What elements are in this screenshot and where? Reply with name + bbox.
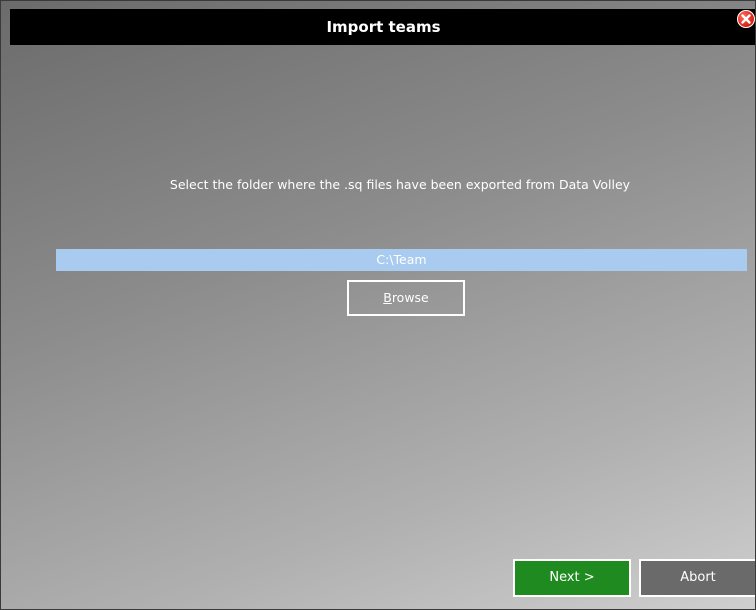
next-button[interactable]: Next > xyxy=(513,559,631,597)
import-teams-dialog: Import teams Select the folder where the… xyxy=(0,0,756,610)
instruction-text: Select the folder where the .sq files ha… xyxy=(169,177,631,192)
abort-button[interactable]: Abort xyxy=(639,559,755,597)
dialog-body: Select the folder where the .sq files ha… xyxy=(10,45,755,609)
window-title: Import teams xyxy=(326,18,441,36)
title-bar: Import teams xyxy=(10,9,755,45)
folder-path-field[interactable] xyxy=(56,249,747,271)
close-icon xyxy=(741,14,751,24)
browse-button[interactable]: Browse xyxy=(347,280,465,316)
close-button[interactable] xyxy=(737,10,755,28)
browse-label-accesskey: B xyxy=(383,290,392,305)
browse-label-rest: rowse xyxy=(391,290,429,305)
